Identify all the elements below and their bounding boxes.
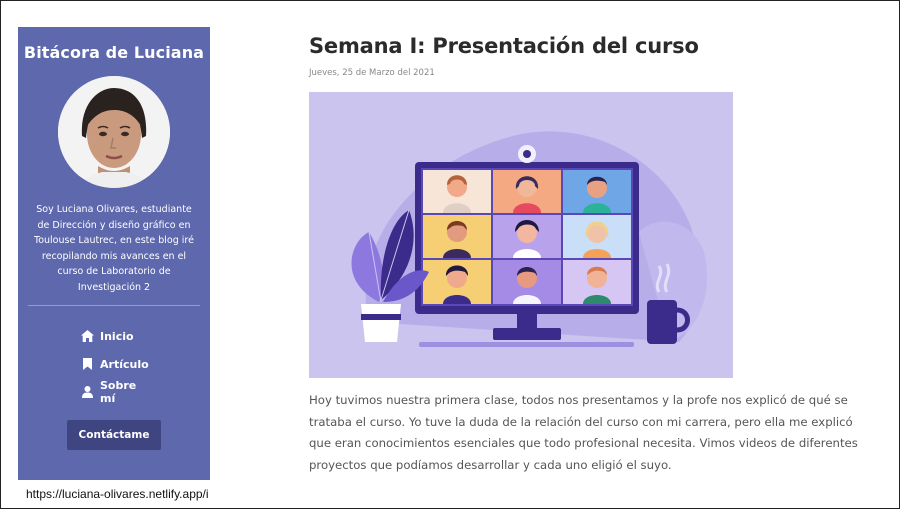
contact-button[interactable]: Contáctame [66,420,162,450]
post-title: Semana I: Presentación del curso [309,34,699,58]
post-body: Hoy tuvimos nuestra primera clase, todos… [309,393,858,472]
nav-item-sobre-mi[interactable]: Sobre mí [18,378,210,406]
sidebar: Bitácora de Luciana Soy Luciana Olivares… [18,27,210,480]
bookmark-icon [80,357,94,371]
avatar [58,76,170,188]
post-date: Jueves, 25 de Marzo del 2021 [309,68,435,78]
video-call-illustration [309,92,733,378]
home-icon [80,329,94,343]
post: Semana I: Presentación del curso Jueves,… [309,34,869,476]
nav-item-label: Inicio [100,329,134,343]
sidebar-divider [28,305,200,306]
nav-item-label: Sobre mí [100,379,137,405]
nav-item-label: Artículo [100,357,149,371]
nav-item-inicio[interactable]: Inicio [18,322,210,350]
status-url: https://luciana-olivares.netlify.app/i [22,487,213,501]
nav-item-articulo[interactable]: Artículo [18,350,210,378]
bio-text: Soy Luciana Olivares, estudiante de Dire… [34,204,194,293]
blog-title[interactable]: Bitácora de Luciana [18,43,210,62]
sidebar-nav: Inicio Artículo Sobre mí [18,322,210,406]
user-icon [80,385,94,399]
